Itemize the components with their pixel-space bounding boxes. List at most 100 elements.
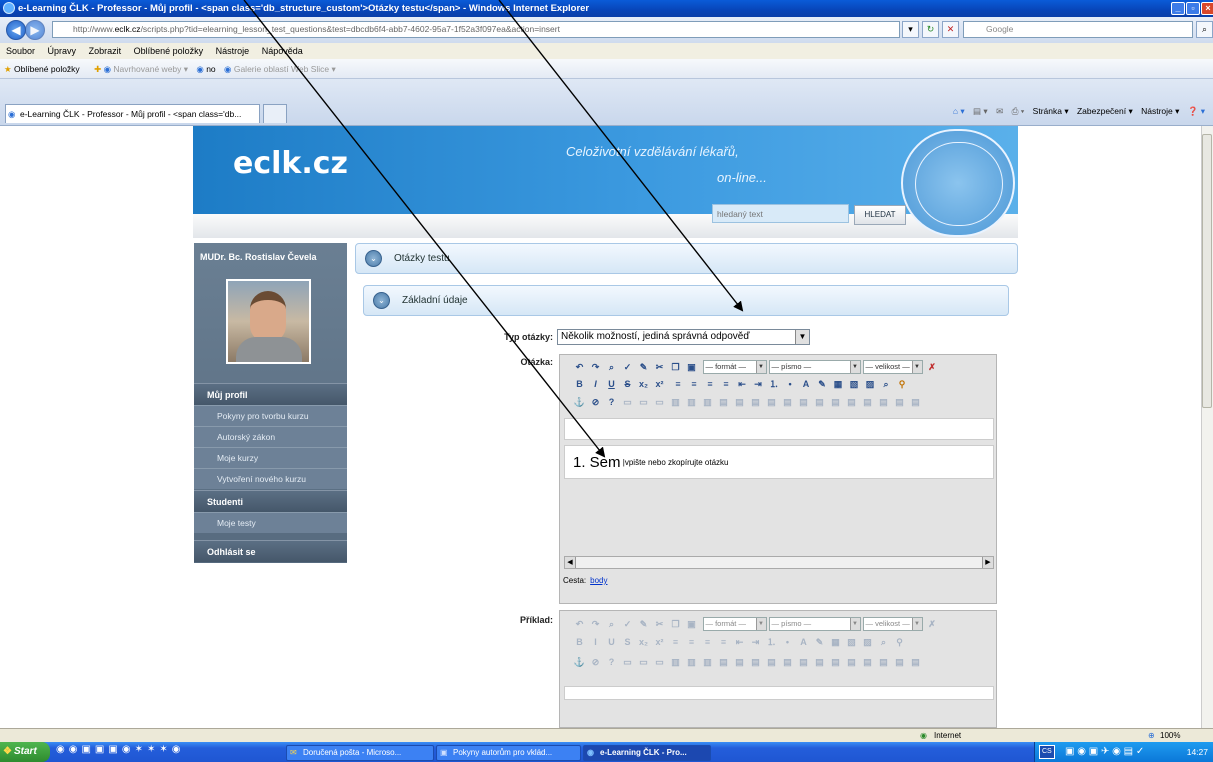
- anchor-icon[interactable]: ⚓: [572, 395, 587, 410]
- anchor-icon[interactable]: ⚓: [572, 655, 587, 670]
- sidebar-item-moje-kurzy[interactable]: Moje kurzy: [194, 447, 347, 468]
- hr-icon[interactable]: ⊘: [588, 655, 603, 670]
- row-icon[interactable]: ▭: [652, 395, 667, 410]
- spellcheck-icon[interactable]: ✓: [620, 360, 635, 375]
- italic-icon[interactable]: I: [588, 377, 603, 392]
- align-left-icon[interactable]: ≡: [668, 635, 683, 650]
- language-indicator[interactable]: CS: [1039, 745, 1055, 759]
- copy-icon[interactable]: ❐: [668, 617, 683, 632]
- cell-icon[interactable]: ▤: [796, 655, 811, 670]
- hr-icon[interactable]: ⊘: [588, 395, 603, 410]
- browser-tab-active[interactable]: ◉ e-Learning ČLK - Professor - Můj profi…: [5, 104, 260, 123]
- new-tab-button[interactable]: [263, 104, 287, 123]
- subscript-icon[interactable]: x₂: [636, 377, 651, 392]
- underline-icon[interactable]: U: [604, 377, 619, 392]
- align-right-icon[interactable]: ≡: [700, 635, 715, 650]
- align-center-icon[interactable]: ≡: [687, 377, 702, 392]
- paste-icon[interactable]: ▣: [684, 360, 699, 375]
- cell-icon[interactable]: ▤: [844, 395, 859, 410]
- sidebar-item-novy-kurz[interactable]: Vytvoření nového kurzu: [194, 468, 347, 489]
- search-icon[interactable]: ⌕: [1196, 21, 1213, 38]
- cell-icon[interactable]: ▤: [716, 655, 731, 670]
- highlight-icon[interactable]: ✎: [812, 635, 827, 650]
- sidebar-logout[interactable]: Odhlásit se: [194, 540, 347, 562]
- app-quicklaunch-icon[interactable]: ▣: [95, 744, 108, 755]
- cell-icon[interactable]: ▤: [908, 655, 923, 670]
- redo-icon[interactable]: ↷: [588, 360, 603, 375]
- chevron-down-icon[interactable]: ▼: [795, 330, 809, 344]
- site-search-input[interactable]: [712, 204, 849, 223]
- menu-nastroje[interactable]: Nástroje: [216, 46, 250, 56]
- zoom-icon[interactable]: ⊕: [1148, 729, 1155, 742]
- align-center-icon[interactable]: ≡: [684, 635, 699, 650]
- cell-icon[interactable]: ▤: [876, 655, 891, 670]
- italic-icon[interactable]: I: [588, 635, 603, 650]
- example-editor-content[interactable]: [564, 686, 994, 700]
- app6-quicklaunch-icon[interactable]: ◉: [172, 744, 185, 755]
- format-select[interactable]: — formát — ▼: [702, 360, 767, 374]
- favorite-item-no[interactable]: no: [206, 64, 215, 74]
- bold-icon[interactable]: B: [572, 377, 587, 392]
- question-type-select[interactable]: Několik možností, jediná správná odpověď…: [557, 329, 810, 345]
- table-icon[interactable]: ▦: [828, 635, 843, 650]
- cell-icon[interactable]: ▤: [860, 655, 875, 670]
- mail-icon[interactable]: ✉: [996, 106, 1003, 116]
- app5-quicklaunch-icon[interactable]: ✶: [159, 744, 171, 755]
- remove-format-icon[interactable]: ✗: [925, 617, 940, 632]
- ordered-list-icon[interactable]: ⒈: [764, 635, 779, 650]
- row-icon[interactable]: ▭: [636, 395, 651, 410]
- find-icon[interactable]: ⌕: [604, 617, 619, 632]
- cell-icon[interactable]: ▤: [764, 655, 779, 670]
- media-icon[interactable]: ▨: [863, 377, 878, 392]
- sidebar-item-autorsky-zakon[interactable]: Autorský zákon: [194, 426, 347, 447]
- menu-zobrazit[interactable]: Zobrazit: [89, 46, 122, 56]
- strikethrough-icon[interactable]: S: [620, 377, 635, 392]
- app3-quicklaunch-icon[interactable]: ✶: [135, 744, 147, 755]
- collapse-chevron-icon[interactable]: ⌄: [365, 250, 382, 267]
- scroll-right-icon[interactable]: ▶: [982, 557, 993, 568]
- help-icon[interactable]: ❓ ▾: [1188, 106, 1205, 116]
- font-select[interactable]: — písmo — ▼: [768, 360, 861, 374]
- panel-otazky-testu[interactable]: ⌄ Otázky testu: [355, 243, 1018, 274]
- col-icon[interactable]: ▥: [700, 655, 715, 670]
- vertical-scrollbar-thumb[interactable]: [1202, 134, 1212, 408]
- cell-icon[interactable]: ▤: [812, 395, 827, 410]
- cut-icon[interactable]: ✂: [652, 617, 667, 632]
- scroll-left-icon[interactable]: ◀: [565, 557, 576, 568]
- cell-icon[interactable]: ▤: [908, 395, 923, 410]
- cell-icon[interactable]: ▤: [828, 395, 843, 410]
- search-provider-input[interactable]: Google: [963, 21, 1193, 38]
- cell-icon[interactable]: ▤: [860, 395, 875, 410]
- outlook-quicklaunch-icon[interactable]: ◉: [69, 744, 82, 755]
- redo-icon[interactable]: ↷: [588, 617, 603, 632]
- back-icon[interactable]: ◀: [6, 20, 26, 40]
- menu-upravy[interactable]: Úpravy: [48, 46, 77, 56]
- maximize-button[interactable]: ▫: [1186, 2, 1200, 15]
- cell-icon[interactable]: ▤: [780, 395, 795, 410]
- menu-soubor[interactable]: Soubor: [6, 46, 35, 56]
- row-icon[interactable]: ▭: [620, 655, 635, 670]
- undo-icon[interactable]: ↶: [572, 360, 587, 375]
- sidebar-head-profile[interactable]: Můj profil: [194, 383, 347, 405]
- cleanup-icon[interactable]: ✎: [636, 617, 651, 632]
- app4-quicklaunch-icon[interactable]: ✶: [147, 744, 159, 755]
- app2-quicklaunch-icon[interactable]: ◉: [122, 744, 135, 755]
- ie-quicklaunch-icon[interactable]: ◉: [56, 744, 69, 755]
- page-menu[interactable]: Stránka ▾: [1033, 106, 1069, 116]
- col-icon[interactable]: ▥: [668, 655, 683, 670]
- status-zoom[interactable]: 100%: [1160, 729, 1180, 742]
- refresh-icon[interactable]: ↻: [922, 21, 939, 38]
- format-select[interactable]: — formát — ▼: [702, 617, 767, 631]
- favorites-label[interactable]: Oblíbené položky: [14, 64, 80, 74]
- suggested-sites-link[interactable]: Navrhované weby ▾: [113, 64, 188, 74]
- zoom-icon[interactable]: ⌕: [876, 635, 891, 650]
- paste-icon[interactable]: ▣: [684, 617, 699, 632]
- sidebar-item-pokyny[interactable]: Pokyny pro tvorbu kurzu: [194, 405, 347, 426]
- copy-icon[interactable]: ❐: [668, 360, 683, 375]
- cell-icon[interactable]: ▤: [876, 395, 891, 410]
- tools-menu[interactable]: Nástroje ▾: [1141, 106, 1179, 116]
- strikethrough-icon[interactable]: S: [620, 635, 635, 650]
- bold-icon[interactable]: B: [572, 635, 587, 650]
- size-select[interactable]: — velikost — ▼: [862, 617, 923, 631]
- minimize-button[interactable]: _: [1171, 2, 1185, 15]
